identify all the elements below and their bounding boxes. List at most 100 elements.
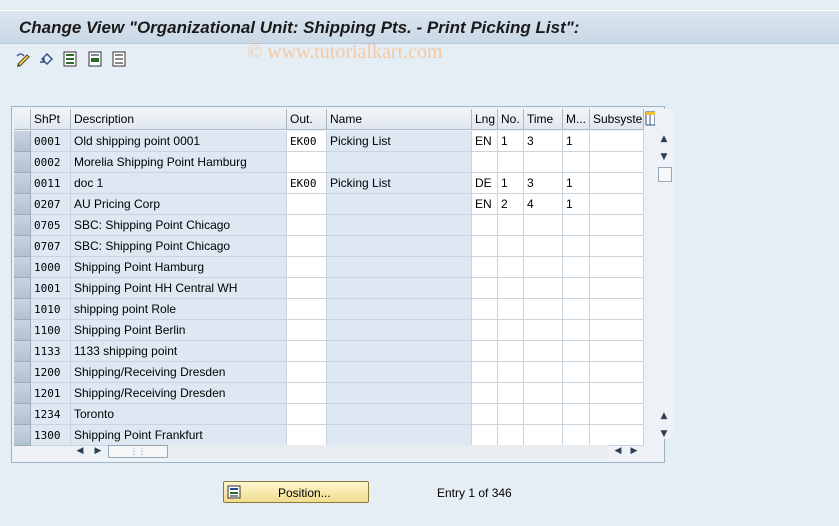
cell-number[interactable] <box>498 425 524 446</box>
scroll-page-left-button[interactable]: ◀ <box>612 444 624 458</box>
vertical-scrollbar[interactable]: ▲ ▼ ▲ ▼ <box>655 109 673 439</box>
cell-language[interactable] <box>472 215 498 236</box>
cell-time[interactable] <box>524 236 563 257</box>
cell-medium[interactable] <box>563 425 590 446</box>
scroll-right-button[interactable]: ▶ <box>92 444 104 458</box>
cell-medium[interactable] <box>563 299 590 320</box>
cell-number[interactable]: 1 <box>498 173 524 194</box>
cell-time[interactable] <box>524 320 563 341</box>
column-header-output[interactable]: Out. <box>287 109 327 130</box>
cell-subsystem[interactable] <box>590 404 644 425</box>
row-selector[interactable] <box>14 131 31 152</box>
cell-subsystem[interactable] <box>590 320 644 341</box>
cell-output-type[interactable] <box>287 404 327 425</box>
cell-language[interactable] <box>472 152 498 173</box>
cell-medium[interactable] <box>563 362 590 383</box>
cell-language[interactable] <box>472 404 498 425</box>
column-header-description[interactable]: Description <box>71 109 287 130</box>
horizontal-scroll-track[interactable] <box>108 445 608 458</box>
cell-language[interactable] <box>472 425 498 446</box>
cell-time[interactable] <box>524 152 563 173</box>
cell-number[interactable] <box>498 215 524 236</box>
row-selector[interactable] <box>14 236 31 257</box>
cell-output-type[interactable]: EK00 <box>287 173 327 194</box>
row-selector[interactable] <box>14 257 31 278</box>
cell-medium[interactable] <box>563 320 590 341</box>
scroll-thumb[interactable] <box>658 167 672 182</box>
cell-medium[interactable] <box>563 152 590 173</box>
cell-output-type[interactable] <box>287 320 327 341</box>
cell-subsystem[interactable] <box>590 236 644 257</box>
cell-output-type[interactable] <box>287 341 327 362</box>
scroll-page-right-button[interactable]: ▶ <box>628 444 640 458</box>
cell-subsystem[interactable] <box>590 425 644 446</box>
cell-number[interactable] <box>498 362 524 383</box>
cell-medium[interactable] <box>563 215 590 236</box>
cell-subsystem[interactable] <box>590 362 644 383</box>
select-all-icon[interactable] <box>62 50 79 68</box>
cell-medium[interactable] <box>563 257 590 278</box>
cell-number[interactable] <box>498 320 524 341</box>
cell-subsystem[interactable] <box>590 278 644 299</box>
cell-subsystem[interactable] <box>590 383 644 404</box>
column-header-time[interactable]: Time <box>524 109 563 130</box>
cell-time[interactable] <box>524 341 563 362</box>
row-selector[interactable] <box>14 194 31 215</box>
cell-time[interactable]: 3 <box>524 173 563 194</box>
cell-time[interactable] <box>524 383 563 404</box>
cell-medium[interactable]: 1 <box>563 131 590 152</box>
cell-medium[interactable]: 1 <box>563 194 590 215</box>
horizontal-scrollbar[interactable]: ◀ ▶ ⋮⋮ ◀ ▶ <box>72 444 652 458</box>
select-all-header[interactable] <box>14 109 31 130</box>
cell-subsystem[interactable] <box>590 194 644 215</box>
cell-output-type[interactable] <box>287 362 327 383</box>
cell-number[interactable] <box>498 299 524 320</box>
cell-number[interactable] <box>498 278 524 299</box>
position-button[interactable]: Position... <box>223 481 369 503</box>
cell-output-type[interactable] <box>287 194 327 215</box>
cell-output-type[interactable]: EK00 <box>287 131 327 152</box>
cell-number[interactable]: 1 <box>498 131 524 152</box>
column-header-number[interactable]: No. <box>498 109 524 130</box>
scroll-up-button[interactable]: ▲ <box>658 133 670 145</box>
cell-subsystem[interactable] <box>590 299 644 320</box>
row-selector[interactable] <box>14 152 31 173</box>
cell-language[interactable] <box>472 257 498 278</box>
cell-time[interactable]: 4 <box>524 194 563 215</box>
edit-pencil-icon[interactable] <box>15 50 32 68</box>
deselect-all-icon[interactable] <box>111 50 128 68</box>
cell-time[interactable] <box>524 278 563 299</box>
select-block-icon[interactable] <box>87 50 104 68</box>
cell-time[interactable] <box>524 257 563 278</box>
cell-subsystem[interactable] <box>590 152 644 173</box>
cell-medium[interactable]: 1 <box>563 173 590 194</box>
cell-time[interactable] <box>524 299 563 320</box>
cell-number[interactable] <box>498 236 524 257</box>
column-header-subsystem[interactable]: Subsystem <box>590 109 644 130</box>
cell-output-type[interactable] <box>287 215 327 236</box>
cell-medium[interactable] <box>563 236 590 257</box>
cell-language[interactable] <box>472 236 498 257</box>
cell-number[interactable]: 2 <box>498 194 524 215</box>
cell-subsystem[interactable] <box>590 173 644 194</box>
column-header-name[interactable]: Name <box>327 109 472 130</box>
cell-language[interactable] <box>472 320 498 341</box>
row-selector[interactable] <box>14 299 31 320</box>
cell-language[interactable] <box>472 341 498 362</box>
cell-medium[interactable] <box>563 404 590 425</box>
cell-number[interactable] <box>498 152 524 173</box>
cell-output-type[interactable] <box>287 383 327 404</box>
cell-subsystem[interactable] <box>590 215 644 236</box>
cell-time[interactable] <box>524 425 563 446</box>
cell-subsystem[interactable] <box>590 131 644 152</box>
scroll-left-button[interactable]: ◀ <box>74 444 86 458</box>
cell-time[interactable] <box>524 215 563 236</box>
scroll-down-button[interactable]: ▼ <box>658 428 670 440</box>
horizontal-scroll-thumb[interactable]: ⋮⋮ <box>108 445 168 458</box>
cell-output-type[interactable] <box>287 152 327 173</box>
cell-output-type[interactable] <box>287 299 327 320</box>
cell-subsystem[interactable] <box>590 257 644 278</box>
cell-time[interactable]: 3 <box>524 131 563 152</box>
cell-output-type[interactable] <box>287 278 327 299</box>
cell-medium[interactable] <box>563 278 590 299</box>
